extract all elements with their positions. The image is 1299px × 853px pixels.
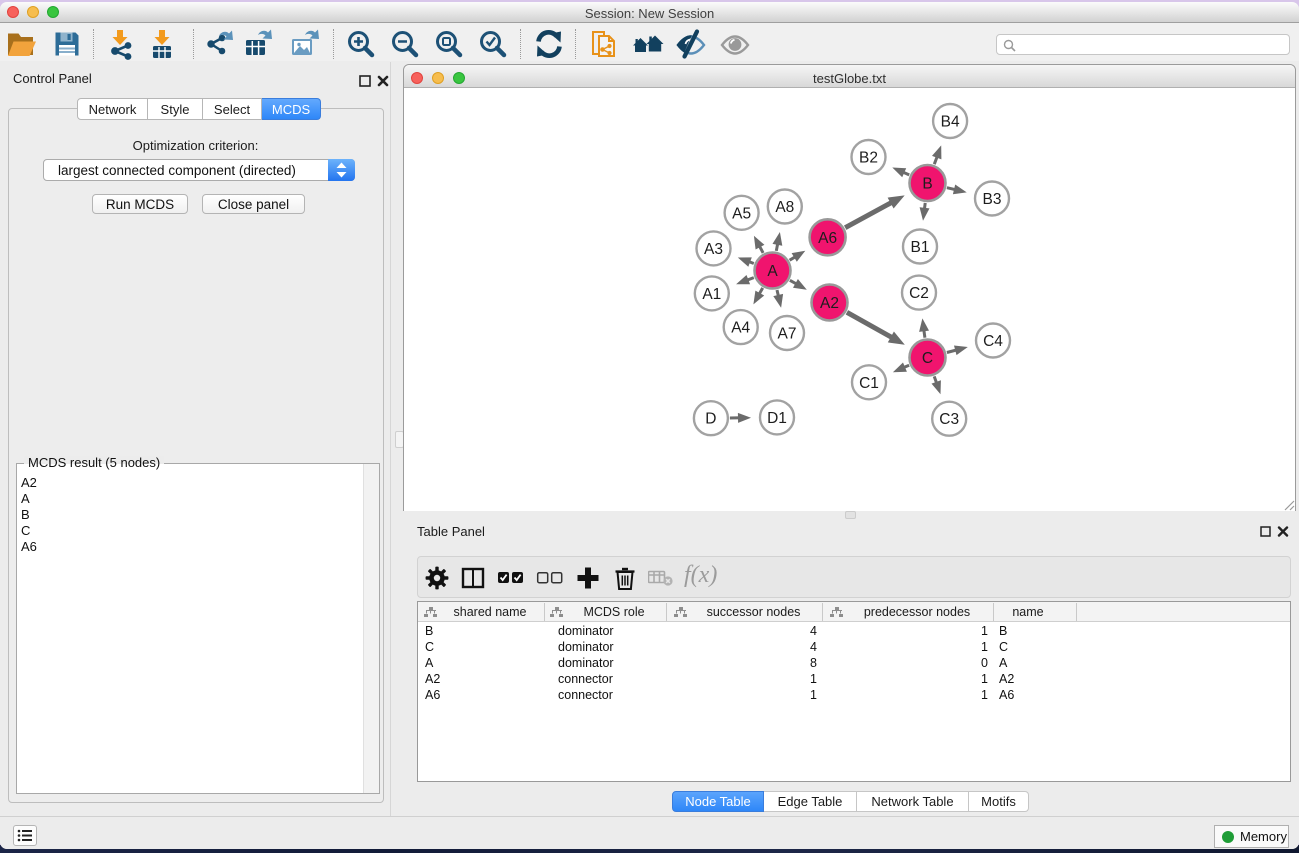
svg-text:B: B [922,175,932,192]
svg-text:C4: C4 [983,333,1003,350]
svg-text:A7: A7 [778,325,797,342]
svg-text:A5: A5 [732,205,751,222]
svg-text:C1: C1 [859,374,879,391]
svg-text:C3: C3 [939,411,959,428]
svg-text:B4: B4 [941,113,960,130]
svg-text:A3: A3 [704,240,723,257]
svg-text:B2: B2 [859,149,878,166]
svg-text:B1: B1 [911,239,930,256]
svg-text:A2: A2 [820,295,839,312]
svg-text:A1: A1 [702,285,721,302]
svg-text:C: C [922,350,933,367]
svg-text:C2: C2 [909,285,929,302]
svg-text:D: D [705,410,716,427]
svg-text:A6: A6 [818,229,837,246]
svg-text:D1: D1 [767,409,787,426]
svg-text:A: A [767,263,778,280]
svg-text:A8: A8 [775,199,794,216]
svg-text:A4: A4 [731,319,750,336]
svg-text:B3: B3 [983,191,1002,208]
